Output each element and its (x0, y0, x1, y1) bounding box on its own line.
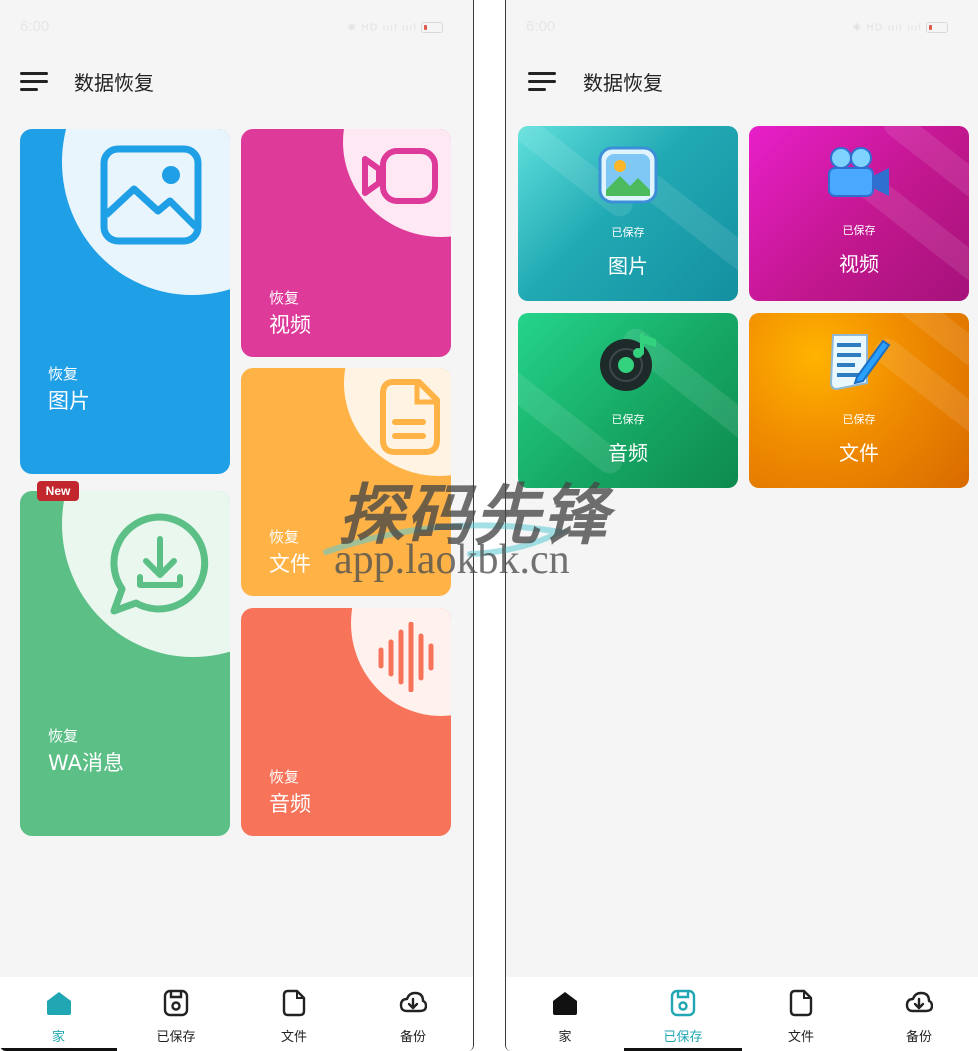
status-bar: 6:00 ✱ HD ıııl ıııl (506, 18, 978, 40)
document-icon (380, 379, 440, 455)
nav-home[interactable]: 家 (506, 977, 624, 1051)
status-time: 6:00 (20, 18, 50, 35)
saved-files-tile[interactable]: 已保存 文件 (749, 313, 969, 488)
home-icon (553, 992, 577, 1015)
saved-videos-small: 已保存 (842, 224, 876, 237)
bottom-nav: 家 已保存 文件 备份 (506, 977, 978, 1051)
music-disc-icon (600, 333, 656, 391)
audio-waveform-icon (378, 622, 434, 692)
recover-wa-small: 恢复 (48, 727, 79, 745)
recover-photos-small: 恢复 (48, 365, 79, 383)
saved-audio-tile[interactable]: 已保存 音频 (518, 313, 738, 488)
saved-photos-tile[interactable]: 已保存 图片 (518, 126, 738, 301)
recover-files-small: 恢复 (269, 528, 300, 546)
menu-icon[interactable] (528, 70, 558, 92)
saved-icon (670, 989, 696, 1017)
nav-backup-label: 备份 (905, 1030, 932, 1045)
nav-backup[interactable]: 备份 (353, 977, 473, 1051)
nav-home[interactable]: 家 (0, 977, 117, 1051)
saved-audio-label: 音频 (608, 441, 648, 465)
recover-audio-label: 音频 (269, 792, 311, 816)
battery-icon (421, 22, 443, 33)
recover-files-tile[interactable]: 恢复 文件 (241, 368, 451, 596)
saved-files-small: 已保存 (842, 413, 876, 426)
nav-files[interactable]: 文件 (742, 977, 860, 1051)
signal-icons: ✱ HD ıııl ıııl (852, 22, 922, 34)
nav-home-label: 家 (51, 1030, 65, 1045)
recover-audio-tile[interactable]: 恢复 音频 (241, 608, 451, 836)
status-icons: ✱ HD ıııl ıııl (853, 22, 948, 34)
nav-saved[interactable]: 已保存 (624, 977, 742, 1051)
battery-icon (926, 22, 948, 33)
saved-audio-small: 已保存 (611, 413, 645, 426)
saved-photos-small: 已保存 (611, 226, 645, 239)
video-camera-icon (362, 148, 438, 204)
new-badge: New (37, 481, 79, 501)
home-screen: 6:00 ✱ HD ıııl ıııl 数据恢复 恢复 图片 恢复 视频 恢复 … (0, 0, 474, 1051)
nav-files-label: 文件 (787, 1030, 814, 1045)
page-title: 数据恢复 (74, 71, 154, 95)
recover-audio-small: 恢复 (269, 768, 300, 786)
page-title: 数据恢复 (583, 71, 663, 95)
nav-saved[interactable]: 已保存 (117, 977, 235, 1051)
recover-wa-tile[interactable]: 恢复 WA消息 (20, 491, 230, 836)
nav-files[interactable]: 文件 (235, 977, 353, 1051)
recover-videos-label: 视频 (269, 313, 311, 337)
menu-icon[interactable] (20, 70, 50, 92)
recover-videos-small: 恢复 (269, 289, 300, 307)
signal-icons: ✱ HD ıııl ıııl (347, 22, 417, 34)
file-icon (282, 989, 306, 1017)
recover-wa-label: WA消息 (48, 751, 124, 775)
recover-videos-tile[interactable]: 恢复 视频 (241, 129, 451, 357)
home-icon (46, 992, 71, 1015)
nav-saved-label: 已保存 (156, 1030, 196, 1045)
saved-icon (163, 989, 189, 1017)
nav-files-label: 文件 (280, 1030, 307, 1045)
recover-photos-tile[interactable]: 恢复 图片 (20, 129, 230, 474)
document-edit-icon (829, 334, 891, 391)
nav-backup[interactable]: 备份 (860, 977, 978, 1051)
recover-photos-label: 图片 (48, 389, 90, 413)
nav-backup-label: 备份 (399, 1030, 426, 1045)
nav-saved-label: 已保存 (663, 1030, 703, 1045)
saved-videos-tile[interactable]: 已保存 视频 (749, 126, 969, 301)
nav-home-label: 家 (558, 1030, 572, 1045)
app-bar: 数据恢复 (506, 62, 978, 102)
recover-files-label: 文件 (269, 552, 311, 576)
saved-photos-label: 图片 (608, 254, 648, 278)
bottom-nav: 家 已保存 文件 备份 (0, 977, 473, 1051)
file-icon (789, 989, 813, 1017)
gallery-icon (598, 146, 658, 204)
cloud-download-icon (905, 991, 933, 1013)
app-bar: 数据恢复 (0, 62, 473, 102)
status-bar: 6:00 ✱ HD ıııl ıııl (0, 18, 473, 40)
whatsapp-download-icon (110, 513, 209, 615)
cloud-download-icon (399, 991, 427, 1013)
saved-videos-label: 视频 (839, 252, 879, 276)
saved-screen: 6:00 ✱ HD ıııl ıııl 数据恢复 已保存 图片 已保存 视频 已… (505, 0, 978, 1051)
image-icon (100, 145, 202, 245)
movie-camera-icon (828, 147, 889, 197)
saved-files-label: 文件 (839, 441, 879, 465)
status-icons: ✱ HD ıııl ıııl (348, 22, 443, 34)
status-time: 6:00 (526, 18, 556, 35)
